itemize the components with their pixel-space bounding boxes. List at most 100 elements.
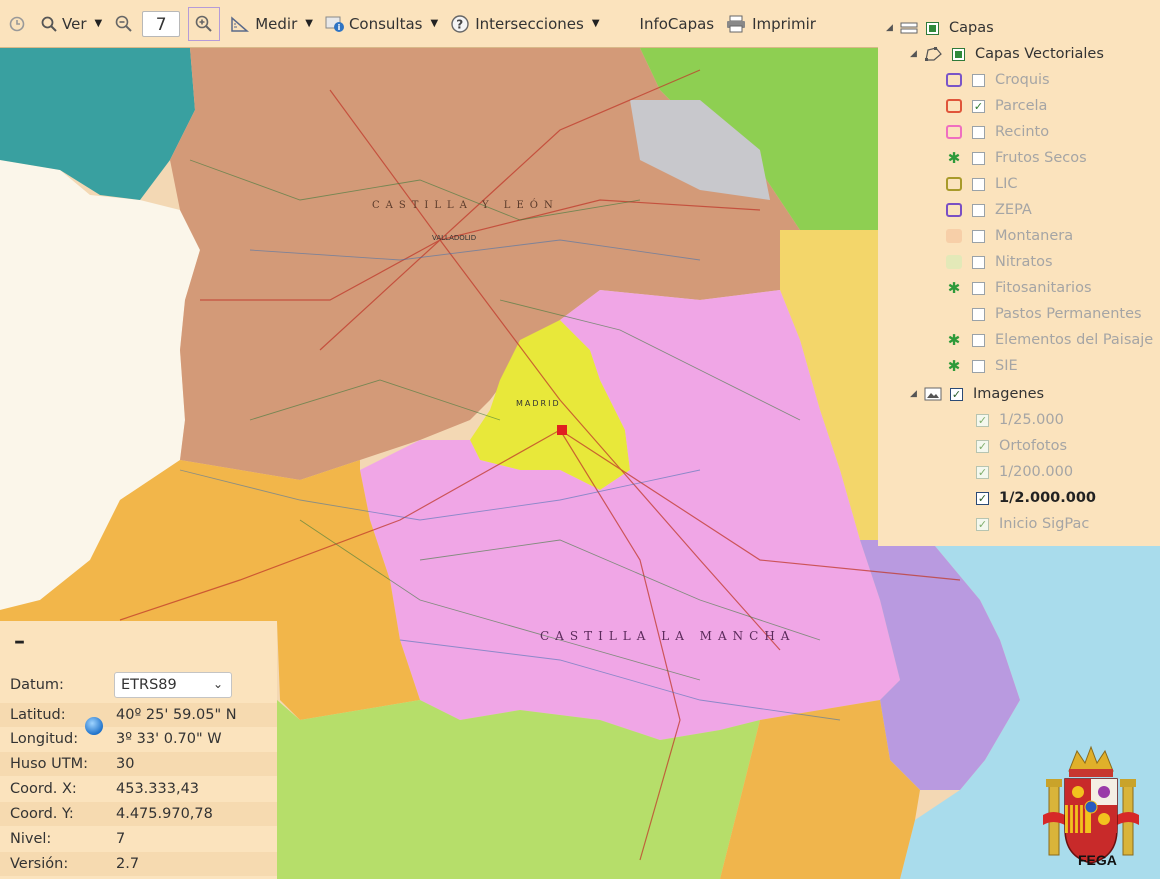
layer-item-frutos-secos[interactable]: ✱ Frutos Secos: [946, 146, 1087, 170]
fega-logo-text: FEGA: [1078, 852, 1117, 868]
medir-menu[interactable]: Medir ▼: [230, 7, 313, 41]
collapse-panel-button[interactable]: –: [14, 629, 25, 654]
layer-root[interactable]: ◢ Capas: [886, 16, 994, 40]
nitratos-checkbox[interactable]: [972, 255, 985, 269]
longitud-row: Longitud: 3º 33' 0.70" W: [0, 727, 277, 751]
layer-item-elementos-paisaje[interactable]: ✱ Elementos del Paisaje: [946, 328, 1154, 352]
2000000-checkbox[interactable]: ✓: [976, 491, 989, 505]
parcela-swatch-icon: [946, 99, 962, 113]
layer-group-imagenes[interactable]: ◢ ✓ Imagenes: [910, 382, 1044, 406]
sie-checkbox[interactable]: [972, 359, 985, 373]
layer-item-fitosanitarios[interactable]: ✱ Fitosanitarios: [946, 276, 1092, 300]
25000-checkbox[interactable]: ✓: [976, 413, 989, 427]
nitratos-label: Nitratos: [995, 254, 1053, 270]
croquis-label: Croquis: [995, 72, 1050, 88]
huso-value: 30: [116, 756, 135, 772]
version-label: Versión:: [10, 856, 69, 872]
frutos-secos-swatch-icon: ✱: [947, 149, 961, 167]
consultas-menu[interactable]: i Consultas ▼: [325, 7, 438, 41]
capas-checkbox[interactable]: [926, 21, 939, 35]
medir-label: Medir: [255, 14, 298, 33]
infocapas-label: InfoCapas: [639, 14, 715, 33]
capas-vectoriales-checkbox[interactable]: [952, 47, 965, 61]
version-value: 2.7: [116, 856, 140, 872]
layer-item-sie[interactable]: ✱ SIE: [946, 354, 1018, 378]
coordx-label: Coord. X:: [10, 781, 77, 797]
layer-item-croquis[interactable]: Croquis: [946, 68, 1050, 92]
coordinates-info-panel: – Datum: ETRS89 ⌄ Latitud: 40º 25' 59.05…: [0, 621, 277, 879]
caret-down-icon: ▼: [94, 18, 103, 29]
pastos-permanentes-checkbox[interactable]: [972, 307, 985, 321]
layer-item-parcela[interactable]: ✓ Parcela: [946, 94, 1047, 118]
2000000-label: 1/2.000.000: [999, 490, 1097, 506]
layer-item-25000[interactable]: ✓ 1/25.000: [976, 408, 1064, 432]
zoom-level-input[interactable]: 7: [142, 10, 181, 37]
ver-menu[interactable]: Ver ▼: [40, 7, 102, 41]
layer-group-vector[interactable]: ◢ Capas Vectoriales: [910, 42, 1104, 66]
layer-item-2000000[interactable]: ✓ 1/2.000.000: [976, 486, 1096, 510]
coordy-label: Coord. Y:: [10, 806, 74, 822]
ver-label: Ver: [62, 14, 87, 33]
sie-label: SIE: [995, 358, 1018, 374]
coordx-value: 453.333,43: [116, 781, 200, 797]
elementos-paisaje-label: Elementos del Paisaje: [995, 332, 1154, 348]
datum-label: Datum:: [10, 677, 64, 693]
infocapas-button[interactable]: InfoCapas: [640, 7, 715, 41]
longitud-label: Longitud:: [10, 731, 79, 747]
datum-select[interactable]: ETRS89 ⌄: [114, 672, 232, 698]
consultas-label: Consultas: [348, 14, 423, 33]
layer-item-zepa[interactable]: ZEPA: [946, 198, 1032, 222]
frutos-secos-checkbox[interactable]: [972, 151, 985, 165]
layer-item-nitratos[interactable]: Nitratos: [946, 250, 1053, 274]
latitud-value: 40º 25' 59.05" N: [116, 707, 237, 723]
zoom-out-button[interactable]: [114, 7, 134, 41]
lic-checkbox[interactable]: [972, 177, 985, 191]
elementos-paisaje-swatch-icon: ✱: [947, 331, 961, 349]
montanera-checkbox[interactable]: [972, 229, 985, 243]
datum-value: ETRS89: [121, 677, 177, 693]
imprimir-button[interactable]: Imprimir: [726, 7, 816, 41]
fitosanitarios-checkbox[interactable]: [972, 281, 985, 295]
layer-item-montanera[interactable]: Montanera: [946, 224, 1073, 248]
200000-checkbox[interactable]: ✓: [976, 465, 989, 479]
huso-label: Huso UTM:: [10, 756, 88, 772]
lic-label: LIC: [995, 176, 1018, 192]
nivel-row: Nivel: 7: [0, 827, 277, 851]
zepa-checkbox[interactable]: [972, 203, 985, 217]
svg-text:?: ?: [456, 17, 463, 31]
imagenes-checkbox[interactable]: ✓: [950, 387, 963, 401]
chevron-down-icon: ⌄: [212, 677, 223, 691]
layer-item-lic[interactable]: LIC: [946, 172, 1017, 196]
intersecciones-menu[interactable]: ? Intersecciones ▼: [450, 7, 600, 41]
inicio-sigpac-checkbox[interactable]: ✓: [976, 517, 989, 531]
nivel-value: 7: [116, 831, 126, 847]
printer-icon: [727, 15, 746, 32]
polygon-vector-icon: [925, 47, 942, 61]
ortofotos-label: Ortofotos: [999, 438, 1068, 454]
version-row: Versión: 2.7: [0, 852, 277, 876]
parcela-checkbox[interactable]: ✓: [972, 99, 985, 113]
elementos-paisaje-checkbox[interactable]: [972, 333, 985, 347]
map-label-madrid: MADRID: [516, 399, 561, 408]
ortofotos-checkbox[interactable]: ✓: [976, 439, 989, 453]
layer-item-ortofotos[interactable]: ✓ Ortofotos: [976, 434, 1067, 458]
recinto-checkbox[interactable]: [972, 125, 985, 139]
layer-item-inicio-sigpac[interactable]: ✓ Inicio SigPac: [976, 512, 1089, 536]
layer-item-200000[interactable]: ✓ 1/200.000: [976, 460, 1073, 484]
collapse-triangle-icon[interactable]: ◢: [886, 23, 898, 33]
croquis-swatch-icon: [946, 73, 962, 87]
back-button[interactable]: [8, 7, 26, 41]
montanera-swatch-icon: [946, 229, 962, 243]
globe-icon[interactable]: [84, 716, 104, 736]
collapse-triangle-icon[interactable]: ◢: [910, 49, 922, 59]
layer-item-pastos-permanentes[interactable]: Pastos Permanentes: [946, 302, 1142, 326]
map-label-castilla-leon: CASTILLA Y LEÓN: [372, 199, 559, 211]
croquis-checkbox[interactable]: [972, 73, 985, 87]
layer-item-recinto[interactable]: Recinto: [946, 120, 1049, 144]
imprimir-label: Imprimir: [752, 14, 816, 33]
latitud-label: Latitud:: [10, 707, 66, 723]
zoom-in-button[interactable]: [188, 6, 221, 41]
collapse-triangle-icon[interactable]: ◢: [910, 389, 922, 399]
longitud-value: 3º 33' 0.70" W: [116, 731, 222, 747]
zepa-label: ZEPA: [995, 202, 1032, 218]
